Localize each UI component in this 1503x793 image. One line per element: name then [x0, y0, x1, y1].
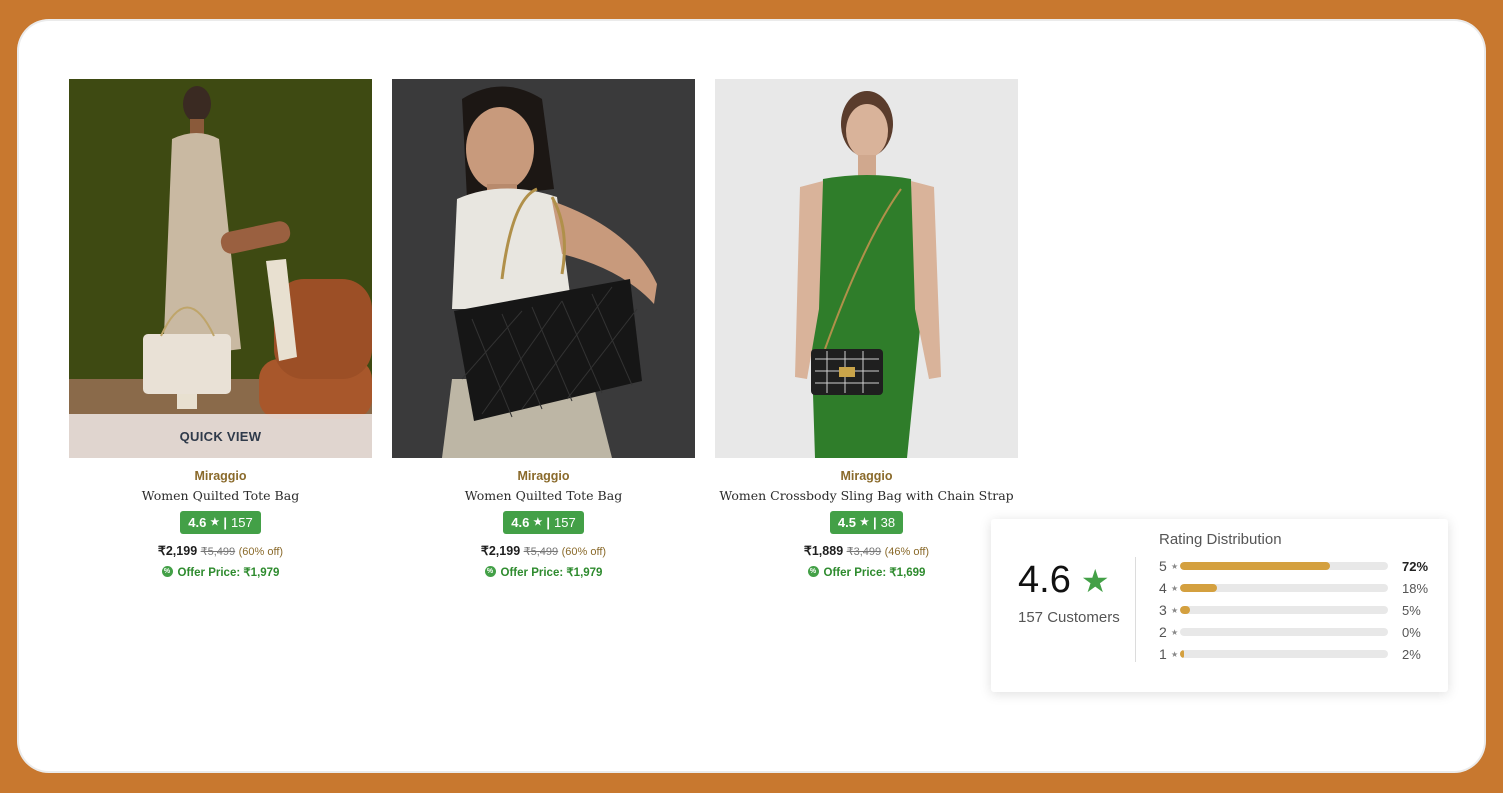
star-level: 1 — [1159, 646, 1167, 662]
distribution-bar — [1180, 650, 1388, 658]
offer-price: % Offer Price: ₹1,699 — [807, 565, 926, 579]
distribution-bar-fill — [1180, 562, 1330, 570]
offer-price: % Offer Price: ₹1,979 — [161, 565, 280, 579]
product-image[interactable] — [392, 79, 695, 458]
rating-badge[interactable]: 4.5 ★ | 38 — [829, 511, 904, 534]
price-row: ₹2,199 ₹5,499 (60% off) — [69, 543, 372, 558]
distribution-row: 5 ★ 72% — [1159, 558, 1432, 574]
offer-percent-icon: % — [807, 566, 819, 577]
divider — [1135, 557, 1136, 662]
product-title[interactable]: Women Quilted Tote Bag — [69, 488, 372, 503]
distribution-bar — [1180, 562, 1388, 570]
rating-divider: | — [546, 515, 550, 530]
distribution-bar — [1180, 628, 1388, 636]
product-title[interactable]: Women Quilted Tote Bag — [392, 488, 695, 503]
offer-price-text: Offer Price: ₹1,979 — [177, 566, 280, 579]
rating-value: 4.6 — [188, 515, 207, 530]
mrp-price: ₹5,499 — [523, 546, 559, 558]
star-icon: ★ — [1171, 605, 1179, 615]
selling-price: ₹2,199 — [480, 544, 521, 558]
distribution-bar-fill — [1180, 606, 1191, 614]
customer-count: 157 Customers — [1018, 609, 1120, 626]
distribution-percent: 0% — [1402, 624, 1421, 640]
product-image[interactable] — [715, 79, 1018, 458]
rating-count: 157 — [553, 515, 576, 530]
average-rating-value: 4.6 — [1018, 559, 1071, 601]
rating-value: 4.6 — [511, 515, 530, 530]
distribution-bar-fill — [1180, 584, 1218, 592]
star-icon: ★ — [1171, 561, 1179, 571]
rating-divider: | — [223, 515, 227, 530]
product-card[interactable]: Miraggio Women Crossbody Sling Bag with … — [715, 79, 1018, 579]
rating-distribution-popover: 4.6 ★ 157 Customers Rating Distribution … — [991, 519, 1448, 692]
selling-price: ₹2,199 — [157, 544, 198, 558]
distribution-percent: 5% — [1402, 602, 1421, 618]
product-card[interactable]: QUICK VIEW Miraggio Women Quilted Tote B… — [69, 79, 372, 579]
offer-percent-icon: % — [484, 566, 496, 577]
star-icon: ★ — [860, 517, 869, 528]
distribution-row: 3 ★ 5% — [1159, 602, 1432, 618]
star-icon: ★ — [1080, 562, 1110, 599]
distribution-percent: 18% — [1402, 580, 1429, 596]
offer-price-text: Offer Price: ₹1,699 — [823, 566, 926, 579]
distribution-bar — [1180, 584, 1388, 592]
distribution-bar — [1180, 606, 1388, 614]
rating-count: 157 — [230, 515, 253, 530]
star-icon: ★ — [210, 517, 220, 528]
selling-price: ₹1,889 — [803, 544, 844, 558]
star-level: 4 — [1159, 580, 1167, 596]
product-brand: Miraggio — [517, 469, 570, 483]
quick-view-button[interactable]: QUICK VIEW — [69, 414, 372, 458]
product-title[interactable]: Women Crossbody Sling Bag with Chain Str… — [715, 488, 1018, 503]
offer-price-text: Offer Price: ₹1,979 — [500, 566, 603, 579]
mrp-price: ₹3,499 — [846, 546, 882, 558]
rating-count: 38 — [880, 515, 896, 530]
price-row: ₹2,199 ₹5,499 (60% off) — [392, 543, 695, 558]
star-icon: ★ — [533, 517, 543, 528]
distribution-row: 2 ★ 0% — [1159, 624, 1432, 640]
rating-badge[interactable]: 4.6 ★ | 157 — [180, 511, 261, 534]
star-level: 2 — [1159, 624, 1167, 640]
average-rating: 4.6 ★ — [1018, 559, 1110, 602]
star-icon: ★ — [1171, 627, 1179, 637]
product-brand: Miraggio — [194, 469, 247, 483]
discount-label: (46% off) — [884, 546, 930, 558]
distribution-percent: 72% — [1402, 558, 1429, 574]
mrp-price: ₹5,499 — [200, 546, 236, 558]
distribution-percent: 2% — [1402, 646, 1421, 662]
discount-label: (60% off) — [561, 546, 607, 558]
product-card[interactable]: Miraggio Women Quilted Tote Bag 4.6 ★ | … — [392, 79, 695, 579]
distribution-bar-fill — [1180, 650, 1185, 658]
price-row: ₹1,889 ₹3,499 (46% off) — [715, 543, 1018, 558]
product-image[interactable]: QUICK VIEW — [69, 79, 372, 458]
star-icon: ★ — [1171, 649, 1179, 659]
offer-percent-icon: % — [161, 566, 173, 577]
star-icon: ★ — [1171, 583, 1179, 593]
rating-value: 4.5 — [837, 515, 856, 530]
model-sling-bag-photo — [715, 79, 1018, 458]
rating-badge[interactable]: 4.6 ★ | 157 — [503, 511, 584, 534]
product-brand: Miraggio — [840, 469, 893, 483]
distribution-title: Rating Distribution — [1159, 531, 1282, 548]
star-level: 5 — [1159, 558, 1167, 574]
discount-label: (60% off) — [238, 546, 284, 558]
offer-price: % Offer Price: ₹1,979 — [484, 565, 603, 579]
model-quilted-bag-photo — [392, 79, 695, 458]
star-level: 3 — [1159, 602, 1167, 618]
rating-divider: | — [872, 515, 877, 530]
distribution-row: 4 ★ 18% — [1159, 580, 1432, 596]
model-tote-photo — [69, 79, 372, 458]
distribution-row: 1 ★ 2% — [1159, 646, 1432, 662]
